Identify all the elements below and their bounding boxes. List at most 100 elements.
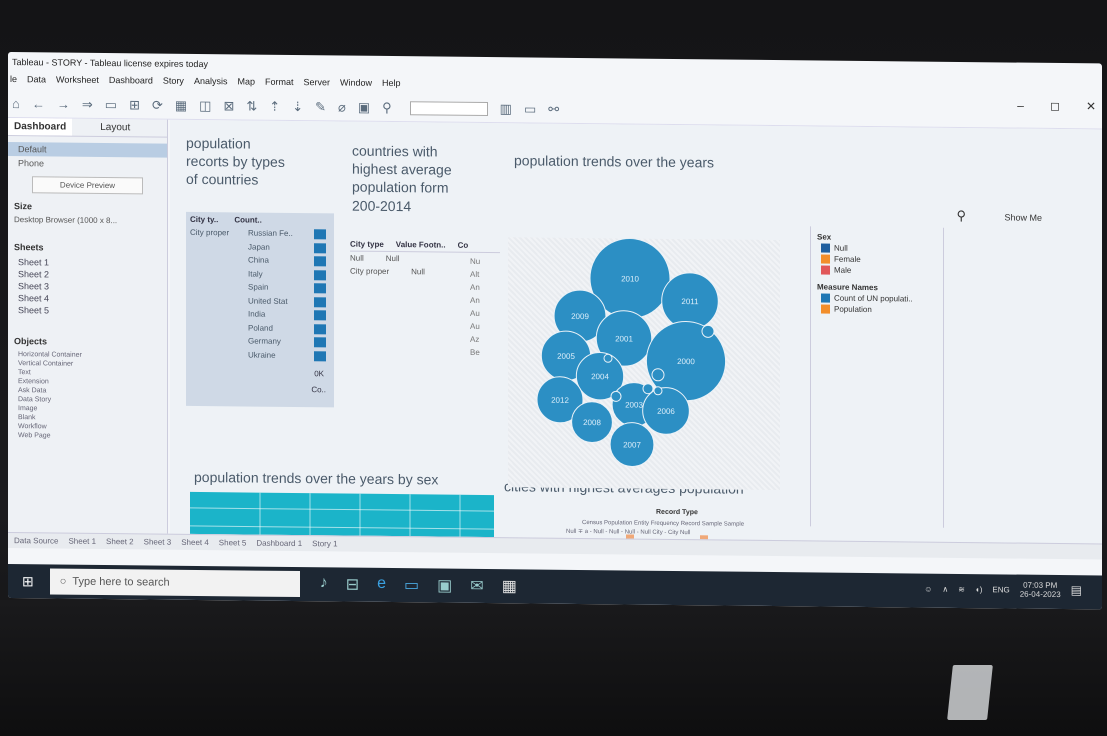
tableau-icon[interactable]: ▦ xyxy=(502,576,517,596)
back-icon[interactable]: ← xyxy=(32,96,45,111)
bubble-label: 2008 xyxy=(583,418,601,427)
new-sheet-icon[interactable]: ▦ xyxy=(175,97,187,113)
col-city-type[interactable]: City ty.. xyxy=(190,215,218,224)
object-item[interactable]: Web Page xyxy=(8,431,167,442)
bubble-small[interactable] xyxy=(642,383,654,395)
bubble-small[interactable] xyxy=(701,324,715,338)
notification-icon[interactable]: ▤ xyxy=(1071,583,1082,597)
wifi-icon[interactable]: ≋ xyxy=(958,584,965,593)
menu-data[interactable]: Data xyxy=(27,74,46,90)
legend-item[interactable]: Null xyxy=(821,243,933,254)
menu-server[interactable]: Server xyxy=(303,77,330,93)
count-bar xyxy=(314,337,326,348)
menu-story[interactable]: Story xyxy=(163,76,184,92)
show-me-button[interactable]: Show Me xyxy=(1004,212,1042,222)
pause-icon[interactable]: ⟳ xyxy=(152,97,163,113)
redo-icon[interactable]: ⇒ xyxy=(82,96,93,112)
sort-asc-icon[interactable]: ⇡ xyxy=(269,98,280,114)
menu-le[interactable]: le xyxy=(10,74,17,90)
clear-icon[interactable]: ⊠ xyxy=(223,98,234,114)
legend-item[interactable]: Male xyxy=(821,265,933,276)
save-icon[interactable]: ▭ xyxy=(105,97,117,113)
duplicate-icon[interactable]: ◫ xyxy=(199,98,211,114)
sort-desc-icon[interactable]: ⇣ xyxy=(292,98,303,114)
table-cell: Alt xyxy=(470,269,480,279)
taskbar-search[interactable]: ○ Type here to search xyxy=(49,568,300,598)
size-dropdown[interactable]: Desktop Browser (1000 x 8... xyxy=(14,215,161,226)
table-row[interactable]: Spain xyxy=(248,283,268,292)
tab-dashboard[interactable]: Dashboard xyxy=(8,118,73,136)
tab-sheet-5[interactable]: Sheet 5 xyxy=(219,538,247,547)
col-count[interactable]: Count.. xyxy=(234,215,262,224)
label-icon[interactable]: ▣ xyxy=(358,99,370,115)
pin-icon[interactable]: ⚲ xyxy=(382,99,392,115)
menu-map[interactable]: Map xyxy=(237,76,255,92)
windows-start-icon[interactable]: ⊞ xyxy=(22,573,34,590)
tab-dashboard-1[interactable]: Dashboard 1 xyxy=(256,539,302,548)
sheet-item[interactable]: Sheet 5 xyxy=(8,304,167,318)
menu-dashboard[interactable]: Dashboard xyxy=(109,75,153,91)
table-row[interactable]: Russian Fe.. xyxy=(248,229,293,238)
new-datasource-icon[interactable]: ⊞ xyxy=(129,97,140,113)
menu-window[interactable]: Window xyxy=(340,77,372,93)
menu-analysis[interactable]: Analysis xyxy=(194,76,228,92)
tab-sheet-2[interactable]: Sheet 2 xyxy=(106,537,134,546)
device-preview-button[interactable]: Device Preview xyxy=(32,176,143,195)
col-city-type-2[interactable]: City type xyxy=(350,240,384,249)
fit-select[interactable] xyxy=(409,100,488,116)
table-row[interactable]: Poland xyxy=(248,323,273,332)
table-row[interactable]: China xyxy=(248,256,269,265)
objects-label: Objects xyxy=(14,336,48,347)
edge-icon[interactable]: e xyxy=(377,575,386,595)
bubble-small[interactable] xyxy=(603,353,613,363)
tab-sheet-4[interactable]: Sheet 4 xyxy=(181,538,209,547)
cards-icon[interactable]: ▥ xyxy=(500,101,512,117)
count-bar xyxy=(314,283,326,294)
table-row[interactable]: Italy xyxy=(248,269,263,278)
menu-help[interactable]: Help xyxy=(382,78,401,94)
highlight-icon[interactable]: ✎ xyxy=(315,99,326,115)
group-icon[interactable]: ⌀ xyxy=(338,99,346,115)
mail-icon[interactable]: ✉ xyxy=(470,576,483,596)
city-bar-chart: Record Type Census Population Entity Fre… xyxy=(506,497,796,540)
device-phone[interactable]: Phone xyxy=(8,156,167,172)
language[interactable]: ENG xyxy=(992,585,1009,594)
bubble-small[interactable] xyxy=(653,386,663,396)
legend-item[interactable]: Female xyxy=(821,254,933,265)
share-icon[interactable]: ⚯ xyxy=(548,101,559,117)
col-value-footnote[interactable]: Value Footn.. xyxy=(396,240,446,250)
count-bar xyxy=(314,350,326,361)
menu-format[interactable]: Format xyxy=(265,77,294,93)
bubble-small[interactable] xyxy=(651,368,665,382)
swap-icon[interactable]: ⇅ xyxy=(246,98,257,114)
chevron-up-icon[interactable]: ∧ xyxy=(942,584,948,593)
legend-item[interactable]: Population xyxy=(821,304,933,315)
legend-label: Null xyxy=(834,243,848,253)
tab-data-source[interactable]: Data Source xyxy=(14,536,58,545)
menu-worksheet[interactable]: Worksheet xyxy=(56,75,99,91)
table-row[interactable]: India xyxy=(248,310,265,319)
zone-title-1: population recorts by types of countries xyxy=(186,134,285,188)
store-icon[interactable]: ▣ xyxy=(437,575,452,595)
pin-icon[interactable]: ⚲ xyxy=(956,208,966,224)
presentation-icon[interactable]: ▭ xyxy=(524,101,536,117)
task-view-icon[interactable]: ⊟ xyxy=(346,575,359,595)
forward-icon[interactable]: → xyxy=(57,97,70,112)
tab-sheet-3[interactable]: Sheet 3 xyxy=(144,537,172,546)
tab-layout[interactable]: Layout xyxy=(94,119,136,136)
table-row[interactable]: Ukraine xyxy=(248,350,276,359)
table-row[interactable]: Germany xyxy=(248,337,281,346)
volume-icon[interactable]: ◖) xyxy=(975,585,983,594)
tab-sheet-1[interactable]: Sheet 1 xyxy=(68,537,96,546)
people-icon[interactable]: ☺ xyxy=(924,584,932,593)
table-row[interactable]: Japan xyxy=(248,242,270,251)
legend-item[interactable]: Count of UN populati.. xyxy=(821,293,933,304)
bubble-small[interactable] xyxy=(610,390,622,402)
col-co[interactable]: Co xyxy=(458,241,469,250)
mic-icon[interactable]: ♪ xyxy=(320,574,328,594)
home-icon[interactable]: ⌂ xyxy=(12,96,20,111)
table-row[interactable]: United Stat xyxy=(248,296,288,305)
explorer-icon[interactable]: ▭ xyxy=(404,575,419,595)
zone-title-4: population trends over the years by sex xyxy=(194,468,439,488)
tab-story-1[interactable]: Story 1 xyxy=(312,539,337,548)
